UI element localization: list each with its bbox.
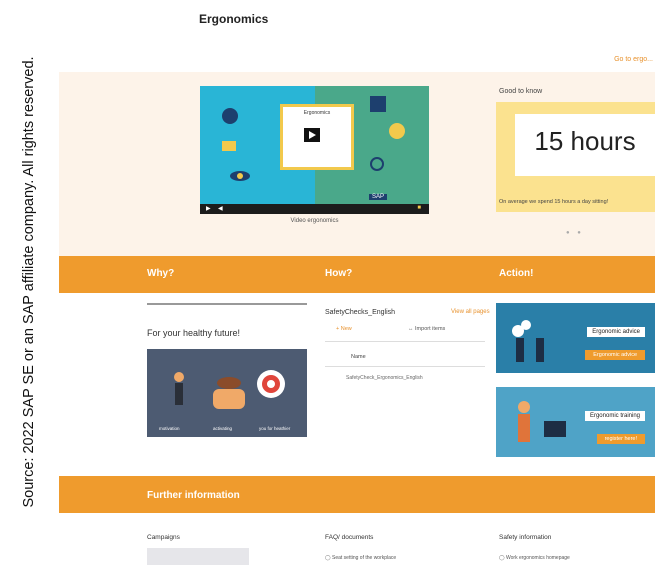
go-to-link[interactable]: Go to ergo... [614, 56, 653, 63]
volume-icon[interactable]: ◀ [218, 205, 223, 212]
campaign-thumbnails[interactable] [147, 548, 249, 565]
advice-label: Ergonomic advice [587, 327, 645, 337]
new-button[interactable]: + New [336, 326, 352, 332]
video-caption: Video ergonomics [290, 218, 339, 224]
safety-checks-title[interactable]: SafetyChecks_English [325, 309, 395, 316]
section-how: How? [325, 268, 353, 279]
play-icon[interactable]: ▶ [206, 205, 211, 212]
faq-heading: FAQ/ documents [325, 534, 374, 541]
good-to-know-title: Good to know [499, 88, 543, 95]
copyright-credit: Source: 2022 SAP SE or an SAP affiliate … [0, 0, 59, 565]
why-tagline: For your healthy future! [147, 328, 241, 338]
healthy-people-illustration [174, 370, 285, 409]
advice-button[interactable]: Ergonomic advice [585, 350, 645, 360]
faq-item-label: Seat setting of the workplace [332, 555, 397, 561]
illustration-label-3: you for heathier [259, 426, 291, 431]
divider [147, 303, 307, 305]
safety-heading: Safety information [499, 534, 552, 541]
ergonomic-advice-card[interactable]: Ergonomic advice Ergonomic advice [496, 303, 655, 373]
play-button[interactable] [304, 128, 320, 142]
why-illustration: motivation activating you for heathier [147, 349, 307, 437]
illustration-label-1: motivation [159, 426, 180, 431]
faq-item[interactable]: ◯ Seat setting of the workplace [325, 555, 396, 561]
import-button[interactable]: ↔ Import items [408, 326, 445, 332]
video-card-title: Ergonomics [303, 110, 331, 116]
ergonomic-training-card[interactable]: Ergonomic training register here! [496, 387, 655, 457]
section-further: Further information [147, 490, 240, 501]
training-illustration [518, 401, 566, 442]
copyright-text: Source: 2022 SAP SE or an SAP affiliate … [21, 56, 37, 508]
page-title: Ergonomics [199, 12, 269, 26]
training-label: Ergonomic training [584, 411, 645, 421]
section-action: Action! [499, 268, 534, 279]
carousel-dots[interactable]: ● ● [566, 230, 584, 236]
good-to-know-text: On average we spend 15 hours a day sitti… [499, 199, 609, 205]
import-label: Import items [415, 326, 446, 332]
view-all-link[interactable]: View all pages [451, 309, 490, 315]
new-label: New [340, 326, 352, 332]
register-button[interactable]: register here! [596, 434, 645, 444]
fullscreen-icon[interactable]: ■ [417, 205, 421, 211]
safety-item[interactable]: ◯ Work ergonomics homepage [499, 555, 570, 561]
list-divider [325, 341, 485, 342]
section-band-bottom: Further information [59, 476, 655, 513]
campaigns-heading: Campaigns [147, 534, 180, 541]
good-to-know-value: 15 hours [534, 126, 636, 156]
list-divider [325, 366, 485, 367]
advice-illustration [512, 320, 544, 362]
file-link[interactable]: SafetyCheck_Ergonomics_English [346, 375, 423, 381]
section-band-top: Why? How? Action! [59, 256, 655, 293]
video-player[interactable]: Ergonomics ▶ ◀ ■ SAP [200, 86, 429, 214]
brand-logo: SAP [368, 194, 387, 200]
column-header-name[interactable]: Name [351, 354, 366, 360]
safety-item-label: Work ergonomics homepage [506, 555, 570, 561]
illustration-label-2: activating [213, 426, 233, 431]
browser-page: Ergonomics Go to ergo... Ergonomics ▶ ◀ [59, 0, 655, 565]
section-why: Why? [147, 268, 175, 279]
video-controls-bar[interactable]: ▶ ◀ ■ SAP [200, 194, 429, 214]
